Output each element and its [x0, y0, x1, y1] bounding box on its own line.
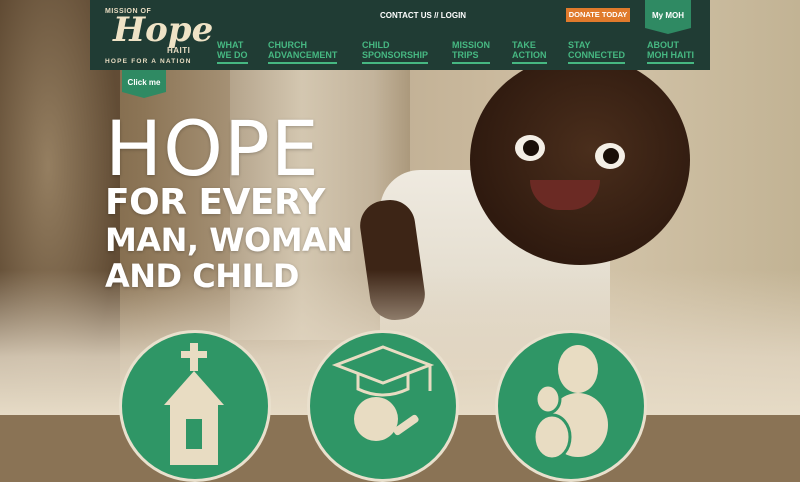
menu-item-label: WE DO — [217, 50, 248, 60]
menu-item-label: CONNECTED — [568, 50, 626, 60]
menu-item-label: ACTION — [512, 50, 547, 60]
hero-line-3: AND CHILD — [105, 257, 299, 295]
menu-item-mission-trips[interactable]: MISSION TRIPS — [452, 40, 491, 64]
menu-item-stay-connected[interactable]: STAY CONNECTED — [568, 40, 626, 64]
my-moh-button[interactable]: My MOH — [645, 0, 691, 34]
hero-line-2: MAN, WOMAN — [105, 221, 353, 259]
menu-item-about-moh-haiti[interactable]: ABOUT MOH HAITI — [647, 40, 694, 64]
mission-trips-circle[interactable] — [495, 330, 647, 482]
menu-item-child-sponsorship[interactable]: CHILD SPONSORSHIP — [362, 40, 429, 64]
menu-item-label: CHILD — [362, 40, 390, 50]
graduate-icon — [331, 345, 435, 441]
hero-hope-text: HOPE — [105, 104, 320, 193]
menu-item-label: ADVANCEMENT — [268, 50, 338, 60]
logo-tagline: HOPE FOR A NATION — [105, 58, 192, 65]
menu-item-church-advancement[interactable]: CHURCH ADVANCEMENT — [268, 40, 338, 64]
contact-login-link[interactable]: CONTACT US // LOGIN — [380, 11, 466, 20]
donate-button[interactable]: DONATE TODAY — [566, 8, 630, 22]
menu-item-label: TAKE — [512, 40, 536, 50]
hero-line-1: FOR EVERY — [105, 182, 325, 223]
menu-item-label: TRIPS — [452, 50, 479, 60]
menu-item-label: WHAT — [217, 40, 244, 50]
church-advancement-circle[interactable] — [119, 330, 271, 482]
menu-item-label: ABOUT — [647, 40, 679, 50]
top-navigation: MISSION OF Hope HAITI HOPE FOR A NATION … — [90, 0, 710, 70]
logo-hope: Hope — [113, 10, 214, 50]
logo-haiti: HAITI — [167, 46, 191, 55]
church-icon — [164, 343, 224, 465]
hero-headline: HOPE FOR EVERY MAN, WOMAN AND CHILD — [105, 104, 353, 295]
menu-item-label: MOH HAITI — [647, 50, 694, 60]
menu-item-label: MISSION — [452, 40, 491, 50]
menu-item-label: STAY — [568, 40, 591, 50]
menu-item-what-we-do[interactable]: WHAT WE DO — [217, 40, 248, 64]
menu-item-label: CHURCH — [268, 40, 307, 50]
menu-item-take-action[interactable]: TAKE ACTION — [512, 40, 547, 64]
click-me-tab[interactable]: Click me — [122, 70, 166, 98]
menu-item-label: SPONSORSHIP — [362, 50, 429, 60]
child-sponsorship-circle[interactable] — [307, 330, 459, 482]
people-icon — [532, 345, 608, 461]
